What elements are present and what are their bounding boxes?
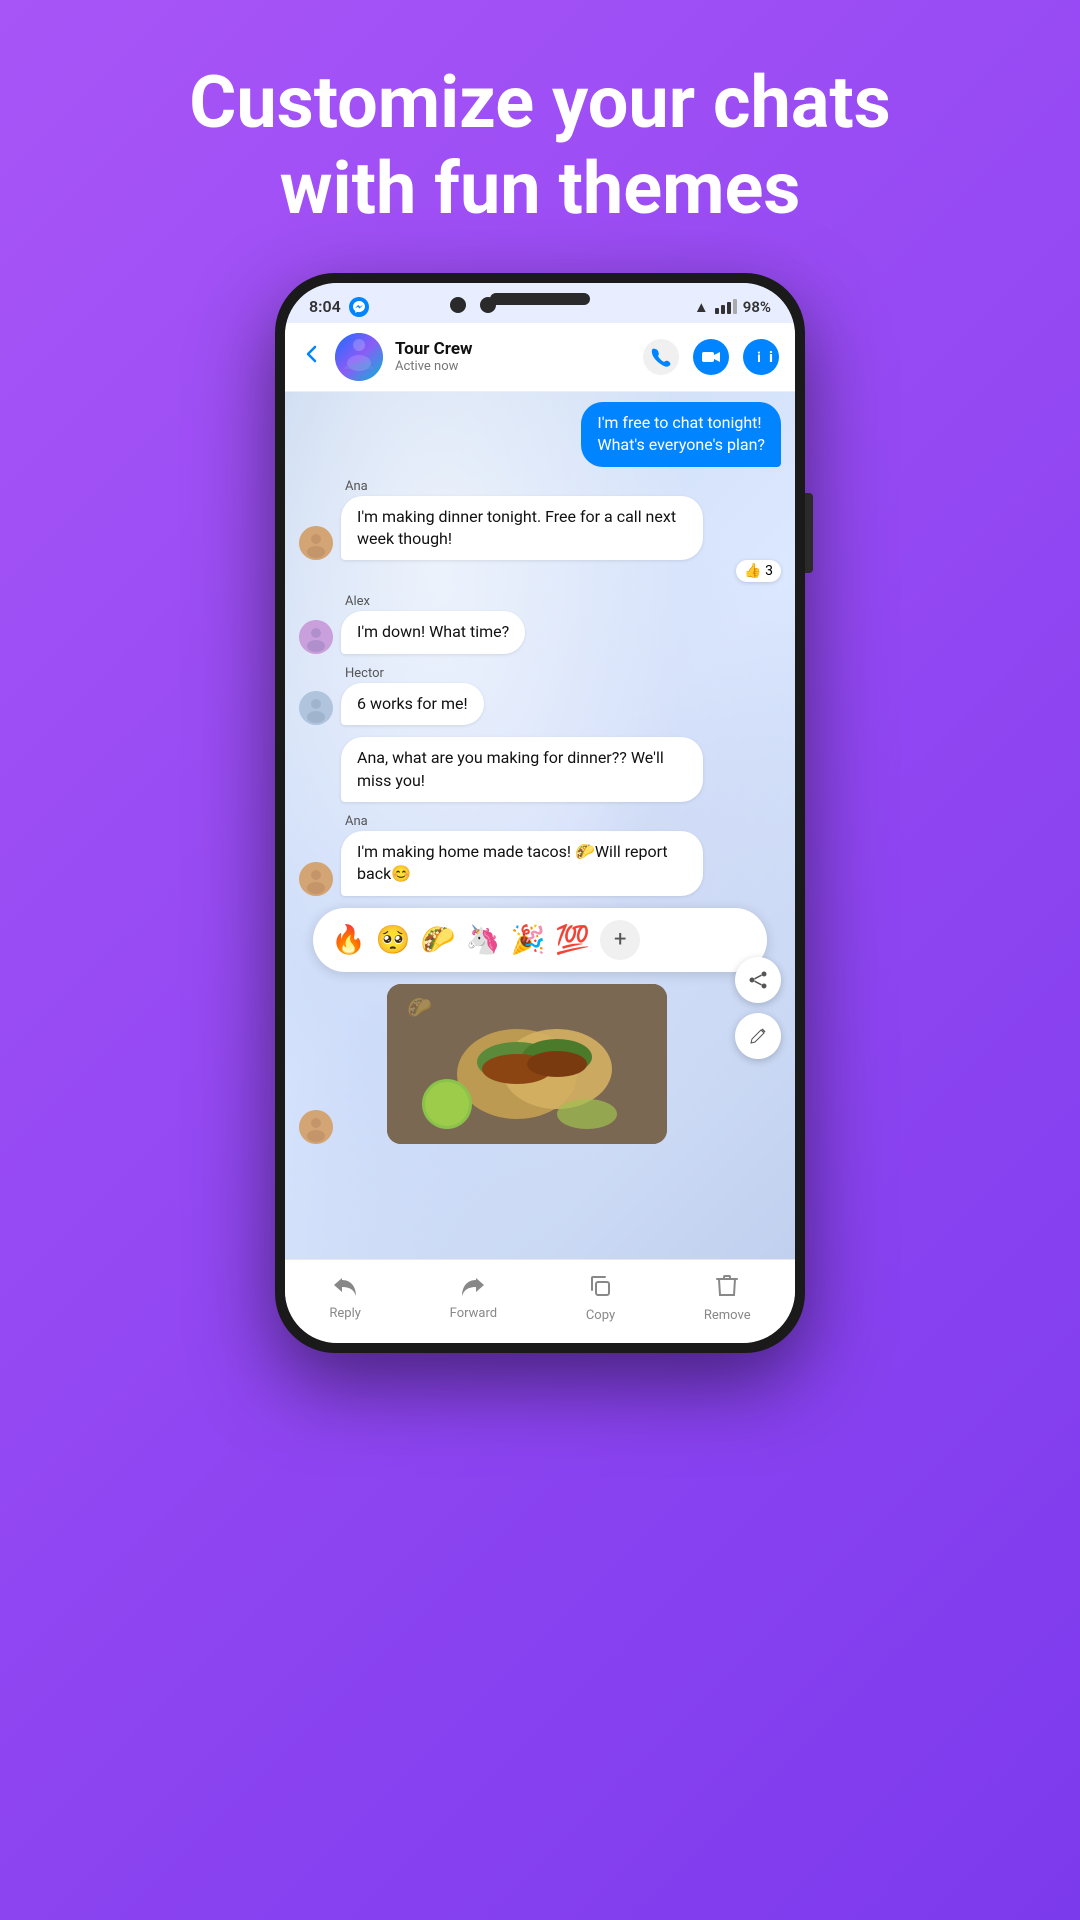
- phone-mockup: 8:04 ▲ 98%: [270, 273, 810, 1920]
- svg-text:i: i: [757, 350, 761, 366]
- phone-side-button: [805, 493, 813, 573]
- reply-label: Reply: [329, 1306, 361, 1321]
- remove-action[interactable]: Remove: [704, 1274, 751, 1323]
- message-bubble-ana-1: I'm making dinner tonight. Free for a ca…: [341, 496, 703, 561]
- forward-label: Forward: [450, 1306, 497, 1321]
- forward-icon: [460, 1274, 486, 1302]
- message-group-hector-1: Hector 6 works for me!: [299, 666, 781, 725]
- message-row: 6 works for me!: [299, 683, 781, 725]
- status-right: ▲ 98%: [694, 298, 771, 316]
- message-bubble-hector-1: 6 works for me!: [341, 683, 484, 725]
- group-status: Active now: [395, 359, 631, 374]
- group-avatar[interactable]: [335, 333, 383, 381]
- chat-area: I'm free to chat tonight!What's everyone…: [285, 392, 795, 1259]
- message-out-1: I'm free to chat tonight!What's everyone…: [299, 402, 781, 467]
- reaction-badge: 👍 3: [736, 560, 781, 582]
- phone-camera-right: [480, 297, 496, 313]
- message-bubble-ana-2: I'm making home made tacos! 🌮Will report…: [341, 831, 703, 896]
- food-image-row: 🌮: [299, 984, 781, 1144]
- avatar-hector: [299, 691, 333, 725]
- sender-name-hector: Hector: [345, 666, 781, 681]
- emoji-100[interactable]: 💯: [555, 923, 590, 956]
- forward-action[interactable]: Forward: [450, 1274, 497, 1323]
- back-button[interactable]: [301, 343, 323, 371]
- avatar-ana: [299, 526, 333, 560]
- copy-label: Copy: [586, 1308, 615, 1323]
- bottom-action-bar: Reply Forward: [285, 1259, 795, 1343]
- phone-camera-left: [450, 297, 466, 313]
- message-group-hector-2: Ana, what are you making for dinner?? We…: [299, 737, 781, 802]
- message-row: I'm making home made tacos! 🌮Will report…: [299, 831, 781, 896]
- sender-name-alex: Alex: [345, 594, 781, 609]
- group-info: Tour Crew Active now: [395, 339, 631, 374]
- messenger-notification-icon: [349, 297, 369, 317]
- message-bubble-alex: I'm down! What time?: [341, 611, 525, 653]
- emoji-pleading[interactable]: 🥺: [376, 923, 411, 956]
- emoji-unicorn[interactable]: 🦄: [466, 923, 501, 956]
- emoji-party[interactable]: 🎉: [511, 923, 546, 956]
- chat-messages: I'm free to chat tonight!What's everyone…: [285, 392, 795, 1154]
- video-call-button[interactable]: [693, 339, 729, 375]
- food-image: 🌮: [387, 984, 667, 1144]
- avatar-ana-2: [299, 862, 333, 896]
- signal-bars: [715, 299, 737, 314]
- message-group-alex: Alex I'm down! What time?: [299, 594, 781, 653]
- emoji-add-button[interactable]: +: [600, 920, 640, 960]
- copy-action[interactable]: Copy: [586, 1274, 615, 1323]
- battery-display: 98%: [743, 298, 771, 316]
- message-group-ana-2: Ana I'm making home made tacos! 🌮Will re…: [299, 814, 781, 896]
- avatar-alex: [299, 620, 333, 654]
- avatar-ana-food: [299, 1110, 333, 1144]
- copy-icon: [588, 1274, 612, 1304]
- message-row: I'm making dinner tonight. Free for a ca…: [299, 496, 781, 561]
- message-row: Ana, what are you making for dinner?? We…: [299, 737, 781, 802]
- sender-name-ana-2: Ana: [345, 814, 781, 829]
- call-button[interactable]: [643, 339, 679, 375]
- wifi-icon: ▲: [694, 298, 709, 316]
- headline: Customize your chats with fun themes: [109, 0, 970, 273]
- header-actions: i i: [643, 339, 779, 375]
- emoji-taco[interactable]: 🌮: [421, 923, 456, 956]
- remove-label: Remove: [704, 1308, 751, 1323]
- outgoing-message-bubble: I'm free to chat tonight!What's everyone…: [581, 402, 781, 467]
- group-name: Tour Crew: [395, 339, 631, 359]
- headline-line1: Customize your chats: [189, 60, 890, 145]
- status-left: 8:04: [309, 297, 369, 317]
- reply-icon: [332, 1274, 358, 1302]
- phone-screen: 8:04 ▲ 98%: [285, 283, 795, 1343]
- emoji-fire[interactable]: 🔥: [331, 923, 366, 956]
- headline-line2: with fun themes: [280, 146, 801, 231]
- sender-name-ana: Ana: [345, 479, 781, 494]
- emoji-reaction-bar: 🔥 🥺 🌮 🦄 🎉 💯 +: [313, 908, 767, 972]
- message-group-ana-1: Ana I'm making dinner tonight. Free for …: [299, 479, 781, 583]
- svg-text:🌮: 🌮: [407, 995, 432, 1019]
- side-action-buttons: [735, 957, 781, 1059]
- info-button[interactable]: i i: [743, 339, 779, 375]
- food-image-content: 🌮: [387, 984, 667, 1144]
- message-bubble-hector-2: Ana, what are you making for dinner?? We…: [341, 737, 703, 802]
- edit-button[interactable]: [735, 1013, 781, 1059]
- share-button[interactable]: [735, 957, 781, 1003]
- phone-body: 8:04 ▲ 98%: [275, 273, 805, 1353]
- phone-speaker: [490, 293, 590, 305]
- chat-header: Tour Crew Active now: [285, 323, 795, 392]
- message-row: I'm down! What time?: [299, 611, 781, 653]
- time-display: 8:04: [309, 297, 341, 316]
- remove-icon: [716, 1274, 738, 1304]
- reply-action[interactable]: Reply: [329, 1274, 361, 1323]
